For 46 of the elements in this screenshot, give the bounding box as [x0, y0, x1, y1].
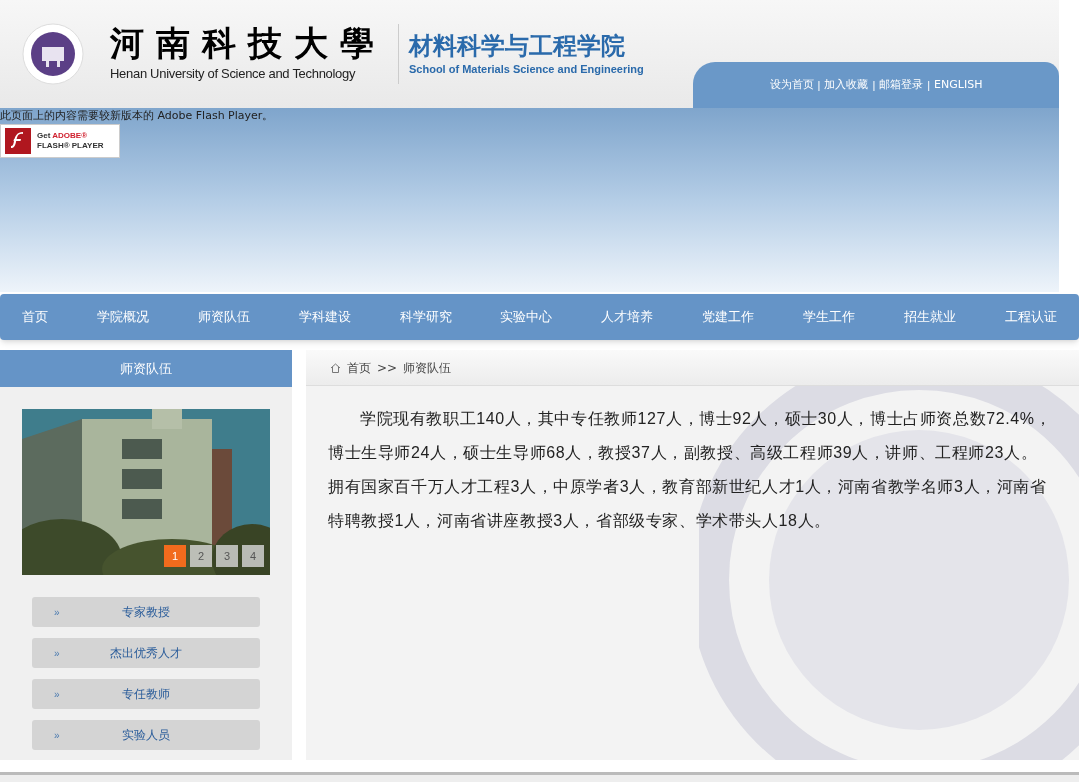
chevron-icon: » [54, 645, 60, 661]
home-icon [330, 362, 341, 373]
sidebar-link-label: 专家教授 [122, 604, 170, 621]
chevron-icon: » [54, 727, 60, 743]
top-link[interactable]: 邮箱登录 [879, 76, 924, 94]
link-separator: | [872, 77, 876, 93]
sidebar-link[interactable]: » 专家教授 [32, 597, 260, 627]
college-name: 材料科学与工程学院 [409, 30, 626, 61]
sidebar-link-label: 专任教师 [122, 686, 170, 703]
nav-tab[interactable]: 人才培养 [599, 307, 656, 327]
intro-paragraph: 学院现有教职工140人，其中专任教师127人，博士92人，硕士30人，博士占师资总数72.4%，博士生导师24人，硕士生导师68人，教授37人，副教授、高级工程师39人，讲师、工程师23人。拥有国家百千万人才工程3人，中原学者3人，教育部新世纪人才1人，河南省教学名师3人，河南省特聘教授1人，河南省讲座教授3人，省部级专家、学术带头人18人。 [328, 409, 1052, 531]
breadcrumb-item: 师资队伍 [403, 359, 452, 377]
nav-tab[interactable]: 师资队伍 [195, 307, 252, 327]
nav-tab[interactable]: 学科建设 [296, 307, 353, 327]
flash-notice: 此页面上的内容需要较新版本的 Adobe Flash Player。 [0, 108, 274, 124]
sidebar-link[interactable]: » 实验人员 [32, 720, 260, 750]
nav-tab[interactable]: 首页 [20, 307, 50, 327]
university-name-english: Henan University of Science and Technology [110, 65, 357, 84]
breadcrumb-item: >> [377, 359, 398, 377]
breadcrumb-item[interactable]: 首页 [347, 358, 371, 377]
nav-tab[interactable]: 科学研究 [397, 307, 454, 327]
university-seal-icon [22, 23, 84, 85]
sidebar-link[interactable]: » 杰出优秀人才 [32, 638, 260, 668]
badge-text: FLASH® PLAYER [37, 141, 104, 151]
top-link[interactable]: 设为首页 [769, 76, 814, 94]
badge-text: Get ADOBE® [37, 131, 89, 141]
chevron-icon: » [54, 604, 60, 620]
nav-tab[interactable]: 实验中心 [498, 307, 555, 327]
college-name-english: School of Materials Science and Engineering [409, 61, 644, 77]
sidebar-link-label: 实验人员 [122, 727, 170, 744]
link-separator: | [927, 77, 931, 93]
nav-tab[interactable]: 工程认证 [1002, 307, 1059, 327]
sidebar-link[interactable]: » 专任教师 [32, 679, 260, 709]
university-name: 河南科技大學 [110, 24, 386, 65]
sidebar-link-label: 杰出优秀人才 [110, 645, 182, 662]
nav-tab[interactable]: 学院概况 [94, 307, 151, 327]
nav-tab[interactable]: 招生就业 [902, 307, 958, 327]
nav-tab[interactable]: 学生工作 [801, 307, 858, 327]
nav-tab[interactable]: 党建工作 [700, 307, 757, 327]
link-separator: | [817, 77, 821, 93]
sidebar-title: 师资队伍 [0, 350, 292, 387]
flash-badge[interactable]: Get ADOBE® FLASH® PLAYER [0, 124, 120, 158]
top-link[interactable]: ENGLISH [934, 76, 983, 94]
top-link[interactable]: 加入收藏 [824, 76, 869, 94]
flash-logo-icon [5, 128, 31, 154]
chevron-icon: » [54, 686, 60, 702]
